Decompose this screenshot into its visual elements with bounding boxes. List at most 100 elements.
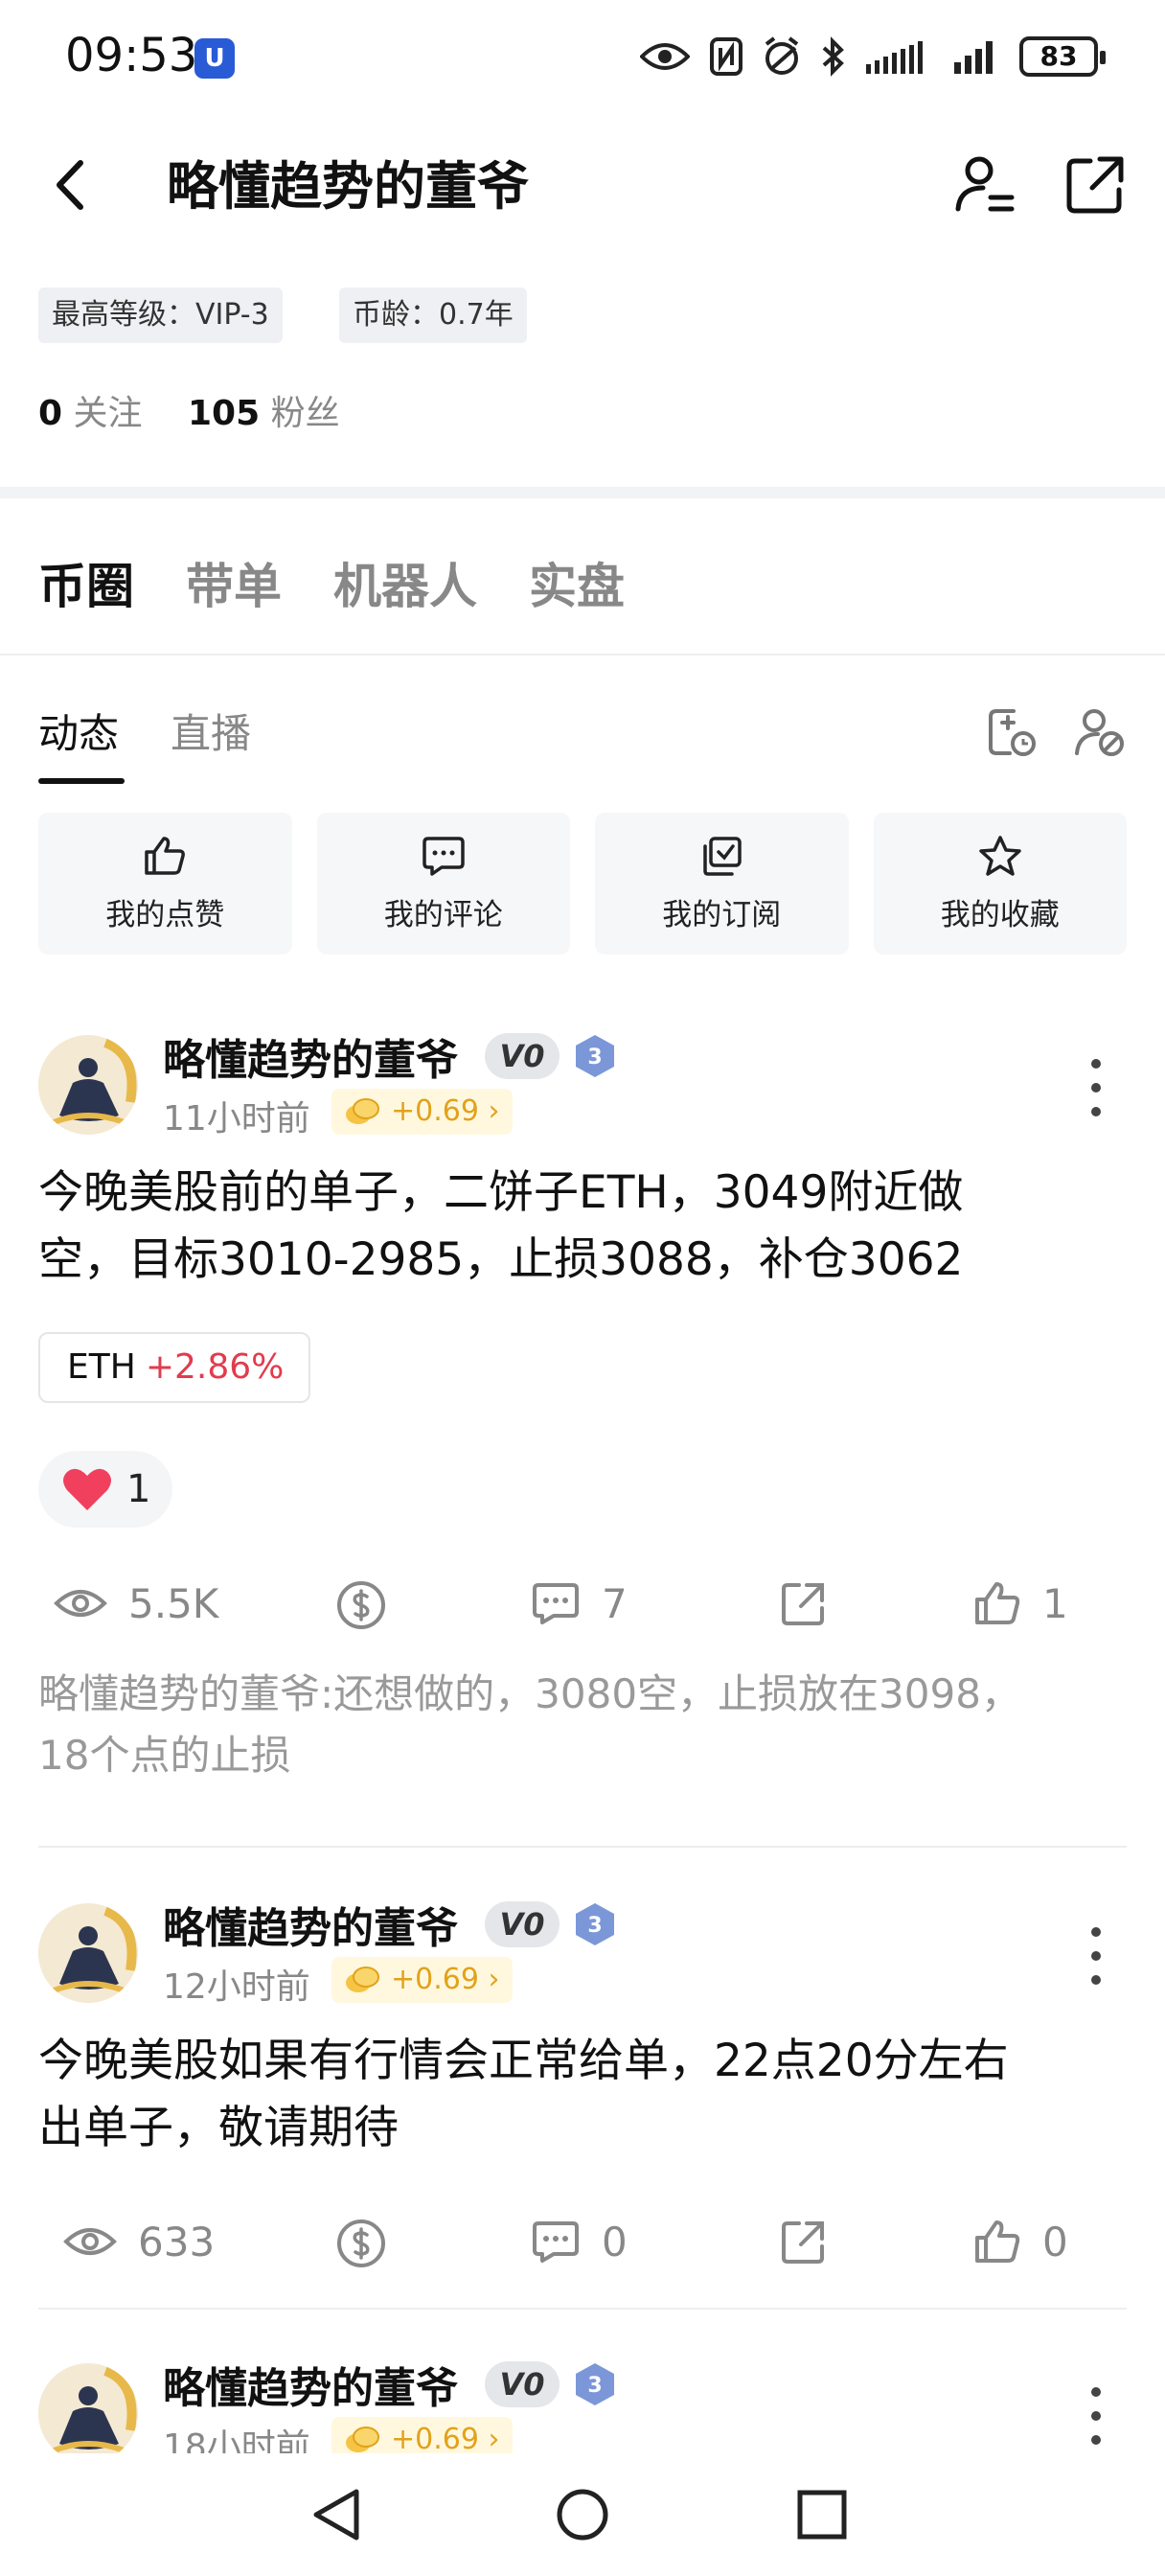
views-stat: 5.5K — [54, 1570, 218, 1637]
tip-coin-icon[interactable] — [335, 2218, 387, 2269]
post-author[interactable]: 略懂趋势的董爷 — [163, 1894, 458, 1955]
post-author[interactable]: 略懂趋势的董爷 — [163, 1025, 458, 1087]
coin-icon — [346, 1098, 379, 1124]
following-label: 关注 — [73, 394, 143, 433]
token-tag[interactable]: ETH +2.86% — [38, 1332, 310, 1403]
following-count: 0 — [38, 394, 63, 433]
svg-text:3: 3 — [587, 1046, 602, 1070]
post-divider — [38, 1846, 1127, 1848]
following-stat[interactable]: 0 关注 — [38, 394, 143, 433]
followers-stat[interactable]: 105 粉丝 — [188, 394, 340, 433]
avatar[interactable] — [38, 1035, 138, 1135]
avatar[interactable] — [38, 1903, 138, 2003]
eye-icon — [54, 1590, 107, 1617]
post-stats: 5.5K 7 1 — [0, 1570, 1165, 1637]
avatar-figure-icon — [38, 2363, 138, 2453]
vip-level-chip: 最高等级：VIP-3 — [38, 288, 283, 343]
avatar-figure-icon — [38, 1035, 138, 1135]
my-comments-card[interactable]: 我的评论 — [316, 813, 570, 954]
comment-preview-line: 略懂趋势的董爷:还想做的，3080空，止损放在3098， — [38, 1670, 1021, 1717]
post-time: 11小时前 — [163, 1099, 310, 1138]
coin-reward-badge[interactable]: +0.69 › — [331, 2417, 514, 2453]
likes-stat[interactable]: 0 — [973, 2208, 1068, 2275]
comment-icon — [533, 2221, 579, 2263]
tab-copy-trading[interactable]: 带单 — [186, 548, 282, 617]
user-block-icon[interactable] — [1073, 705, 1127, 759]
comments-count: 0 — [602, 2218, 628, 2266]
likes-count: 0 — [1042, 2218, 1068, 2266]
star-icon — [979, 835, 1021, 876]
token-change: +2.86% — [145, 1347, 285, 1387]
share-icon[interactable] — [778, 2218, 828, 2267]
coin-value: +0.69 — [391, 2423, 479, 2453]
quick-actions: 我的点赞 我的评论 我的订阅 我的收藏 — [38, 813, 1127, 954]
coin-value: +0.69 — [391, 1094, 479, 1128]
comments-count: 7 — [602, 1579, 628, 1627]
svg-text:3: 3 — [587, 2374, 602, 2398]
post-card[interactable]: 略懂趋势的董爷 V0 3 18小时前 +0.69 › — [0, 2344, 1165, 2453]
tab-activity[interactable]: 动态 — [38, 702, 119, 760]
tip-coin-icon[interactable] — [335, 1579, 387, 1631]
active-tab-indicator — [38, 778, 125, 784]
level-badge-icon: 3 — [576, 1903, 614, 1945]
chevron-right-icon: › — [488, 2423, 500, 2453]
post-author[interactable]: 略懂趋势的董爷 — [163, 2354, 458, 2415]
comment-preview[interactable]: 略懂趋势的董爷:还想做的，3080空，止损放在3098， 18个点的止损 — [38, 1664, 1131, 1786]
my-favorites-label: 我的收藏 — [940, 897, 1060, 932]
coin-reward-badge[interactable]: +0.69 › — [331, 1089, 514, 1135]
section-divider — [0, 487, 1165, 498]
share-icon[interactable] — [1062, 151, 1129, 218]
token-symbol: ETH — [67, 1347, 136, 1387]
tab-coin-circle[interactable]: 币圈 — [38, 548, 134, 617]
comments-stat[interactable]: 0 — [531, 2208, 628, 2275]
thumbs-up-icon — [145, 836, 186, 875]
my-likes-card[interactable]: 我的点赞 — [38, 813, 292, 954]
my-likes-label: 我的点赞 — [105, 897, 225, 932]
post-divider — [38, 2308, 1127, 2310]
tab-live-account[interactable]: 实盘 — [529, 548, 625, 617]
level-badge-icon: 3 — [576, 1035, 614, 1077]
nav-recents-icon[interactable] — [795, 2488, 849, 2542]
signal-icon — [866, 41, 923, 74]
system-nav-bar — [0, 2453, 1165, 2576]
tab-robot[interactable]: 机器人 — [333, 548, 477, 617]
battery-icon: 83 — [1019, 36, 1106, 77]
tabs-divider — [0, 654, 1165, 656]
my-favorites-card[interactable]: 我的收藏 — [873, 813, 1127, 954]
eye-icon — [640, 43, 690, 70]
my-subscriptions-card[interactable]: 我的订阅 — [595, 813, 849, 954]
more-options-icon[interactable] — [1083, 2382, 1109, 2450]
coin-reward-badge[interactable]: +0.69 › — [331, 1957, 514, 2003]
post-text-line: 今晚美股如果有行情会正常给单，22点20分左右 — [38, 2035, 1009, 2087]
reaction-pill[interactable]: 1 — [38, 1451, 172, 1528]
coin-icon — [346, 2426, 379, 2452]
comment-icon — [423, 836, 465, 876]
post-text: 今晚美股如果有行情会正常给单，22点20分左右 出单子，敬请期待 — [38, 2028, 1131, 2162]
comment-preview-line: 18个点的止损 — [38, 1732, 291, 1779]
views-count: 5.5K — [128, 1579, 219, 1627]
comments-stat[interactable]: 7 — [531, 1570, 628, 1637]
more-options-icon[interactable] — [1083, 1054, 1109, 1121]
chevron-right-icon: › — [488, 1094, 500, 1128]
share-icon[interactable] — [778, 1579, 828, 1629]
nfc-icon — [710, 37, 742, 76]
followers-label: 粉丝 — [270, 394, 340, 433]
nav-back-icon[interactable] — [308, 2486, 366, 2543]
coin-value: +0.69 — [391, 1963, 479, 1996]
followers-count: 105 — [187, 394, 261, 433]
new-post-icon[interactable] — [985, 705, 1039, 759]
nav-home-icon[interactable] — [554, 2486, 611, 2543]
tab-live[interactable]: 直播 — [171, 702, 251, 760]
user-settings-icon[interactable] — [952, 151, 1019, 218]
avatar-figure-icon — [38, 1903, 138, 2003]
status-bar: 09:53 U 83 — [0, 0, 1165, 115]
status-icons: 83 — [640, 33, 1106, 80]
page-title: 略懂趋势的董爷 — [167, 156, 529, 217]
vip-badge: V0 — [485, 2361, 560, 2407]
more-options-icon[interactable] — [1083, 1922, 1109, 1990]
level-badge-icon: 3 — [576, 2363, 614, 2405]
app-notification-icon: U — [194, 38, 235, 79]
likes-stat[interactable]: 1 — [973, 1570, 1068, 1637]
back-icon[interactable] — [38, 151, 105, 218]
avatar[interactable] — [38, 2363, 138, 2453]
